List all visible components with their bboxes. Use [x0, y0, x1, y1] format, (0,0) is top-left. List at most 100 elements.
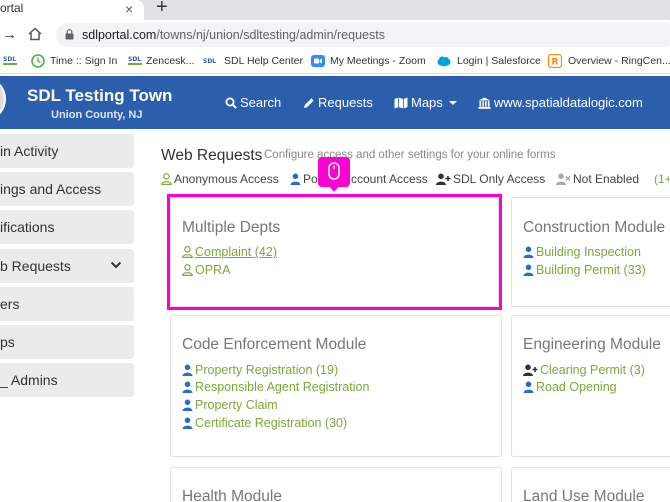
url-path: /towns/nj/union/sdltesting/admin/request…: [156, 28, 385, 42]
user-plus-icon: [523, 364, 538, 376]
svg-text:SDL: SDL: [128, 56, 141, 63]
user-solid-icon: [182, 381, 193, 393]
user-solid-icon: [523, 246, 534, 258]
legend-not-enabled: Not Enabled: [556, 172, 639, 186]
nav-website-link[interactable]: www.spatialdatalogic.com: [478, 95, 643, 110]
request-building-permit-link[interactable]: Building Permit (33): [523, 263, 646, 277]
bookmark-zoom[interactable]: My Meetings - Zoom: [330, 55, 426, 67]
user-solid-icon: [523, 264, 534, 276]
salesforce-cloud-icon: [437, 56, 451, 67]
legend-count-note: (1+: [654, 172, 670, 186]
request-clearing-permit-link[interactable]: Clearing Permit (3): [523, 363, 645, 377]
sidebar-item-label: ings and Access: [0, 181, 102, 197]
card-title: Land Use Module: [523, 488, 645, 502]
building-icon: [478, 97, 491, 109]
lock-icon[interactable]: [65, 29, 74, 40]
sidebar-item-web-requests[interactable]: b Requests: [0, 249, 134, 283]
home-icon[interactable]: [28, 27, 42, 41]
user-solid-icon: [182, 364, 193, 376]
sidebar-item-users[interactable]: ers: [0, 287, 134, 321]
card-health-module: Health Module: [170, 467, 502, 502]
request-label: Certificate Registration (30): [195, 416, 348, 430]
browser-tab-strip: ortal × +: [0, 0, 670, 20]
town-county: Union County, NJ: [51, 109, 143, 121]
search-icon: [225, 97, 237, 109]
browser-tab[interactable]: ortal ×: [0, 0, 144, 20]
request-building-inspection-link[interactable]: Building Inspection: [523, 245, 641, 259]
nav-maps-dropdown[interactable]: Maps: [394, 95, 460, 110]
pencil-icon: [304, 98, 314, 108]
bookmark-ringcentral[interactable]: Overview - RingCen...: [568, 55, 670, 67]
user-outline-icon: [161, 173, 172, 185]
request-label: Property Claim: [195, 398, 278, 412]
request-label: Responsible Agent Registration: [195, 380, 370, 394]
caret-down-icon: [449, 101, 458, 105]
card-land-use-module: Land Use Module: [511, 467, 670, 502]
sidebar-item-admin-activity[interactable]: in Activity: [0, 134, 134, 168]
card-engineering-module: Engineering Module Clearing Permit (3) R…: [511, 315, 670, 457]
nav-website-label: www.spatialdatalogic.com: [494, 95, 643, 110]
close-tab-icon[interactable]: ×: [125, 0, 133, 18]
chevron-down-icon[interactable]: [110, 259, 122, 271]
nav-search-link[interactable]: Search: [225, 95, 281, 110]
zoom-icon: [311, 55, 325, 67]
click-indicator-pointer: [329, 186, 339, 192]
legend-label: SDL Only Access: [453, 172, 546, 186]
card-code-enforcement-module: Code Enforcement Module Property Registr…: [170, 315, 502, 457]
sidebar-item-label: ifications: [0, 219, 55, 235]
request-certificate-registration-link[interactable]: Certificate Registration (30): [182, 416, 347, 430]
bookmark-time[interactable]: Time :: Sign In: [50, 55, 117, 67]
svg-text:SDL: SDL: [203, 58, 216, 65]
request-label: Building Inspection: [536, 245, 641, 259]
forward-arrow-icon[interactable]: →: [2, 26, 17, 43]
url-host: sdlportal.com: [82, 28, 157, 42]
request-property-registration-link[interactable]: Property Registration (19): [182, 363, 338, 377]
page-title: Web Requests: [161, 147, 263, 164]
request-label: Road Opening: [536, 380, 617, 394]
legend-portal-account: Por: [290, 172, 322, 186]
user-solid-icon: [182, 417, 193, 429]
sidebar-item-notifications[interactable]: ifications: [0, 210, 134, 244]
request-responsible-agent-link[interactable]: Responsible Agent Registration: [182, 380, 369, 394]
card-construction-module: Construction Module Building Inspection …: [511, 197, 670, 307]
sidebar-item-sdl-admins[interactable]: _ Admins: [0, 363, 134, 397]
sidebar-item-label: b Requests: [0, 258, 71, 274]
clock-icon: [31, 54, 45, 68]
nav-requests-link[interactable]: Requests: [303, 95, 373, 110]
legend-label: Anonymous Access: [174, 172, 279, 186]
browser-tab-title: ortal: [0, 1, 24, 15]
legend-anonymous: Anonymous Access: [161, 172, 279, 186]
sidebar-item-label: ps: [0, 334, 15, 350]
town-name[interactable]: SDL Testing Town: [27, 86, 172, 106]
bookmark-zendesk[interactable]: Zencesk...: [146, 55, 194, 67]
request-property-claim-link[interactable]: Property Claim: [182, 398, 278, 412]
sidebar-item-label: _ Admins: [0, 372, 58, 388]
page-subtitle: Configure access and other settings for …: [264, 149, 556, 161]
new-tab-icon[interactable]: +: [156, 0, 168, 19]
legend-label: Not Enabled: [573, 172, 640, 186]
user-plus-icon: [436, 173, 451, 185]
card-title: Construction Module: [523, 219, 666, 236]
url-text[interactable]: sdlportal.com/towns/nj/union/sdltesting/…: [82, 28, 385, 42]
sdl-logo-icon[interactable]: SDL: [3, 54, 17, 68]
sidebar-item-maps[interactable]: ps: [0, 325, 134, 359]
mouse-icon: [328, 162, 340, 180]
svg-text:SDL: SDL: [3, 56, 16, 63]
request-label: Property Registration (19): [195, 363, 339, 377]
bookmark-sdl-help[interactable]: SDL Help Center: [224, 55, 303, 67]
card-title: Code Enforcement Module: [182, 336, 367, 353]
user-solid-icon: [182, 399, 193, 411]
nav-search-label: Search: [240, 95, 282, 110]
user-solid-icon: [290, 173, 301, 185]
bookmark-salesforce[interactable]: Login | Salesforce: [457, 55, 541, 67]
request-road-opening-link[interactable]: Road Opening: [523, 380, 617, 394]
sidebar-item-label: in Activity: [0, 143, 59, 159]
map-icon: [394, 97, 408, 109]
legend-portal-account-rest: ccount Access: [351, 172, 428, 186]
highlight-box: [167, 194, 502, 310]
sdl-logo-icon: SDL: [203, 58, 216, 65]
ringcentral-icon: R: [548, 54, 562, 68]
sidebar-item-settings-and-access[interactable]: ings and Access: [0, 172, 134, 206]
nav-maps-label: Maps: [411, 95, 443, 110]
sidebar-item-label: ers: [0, 296, 20, 312]
